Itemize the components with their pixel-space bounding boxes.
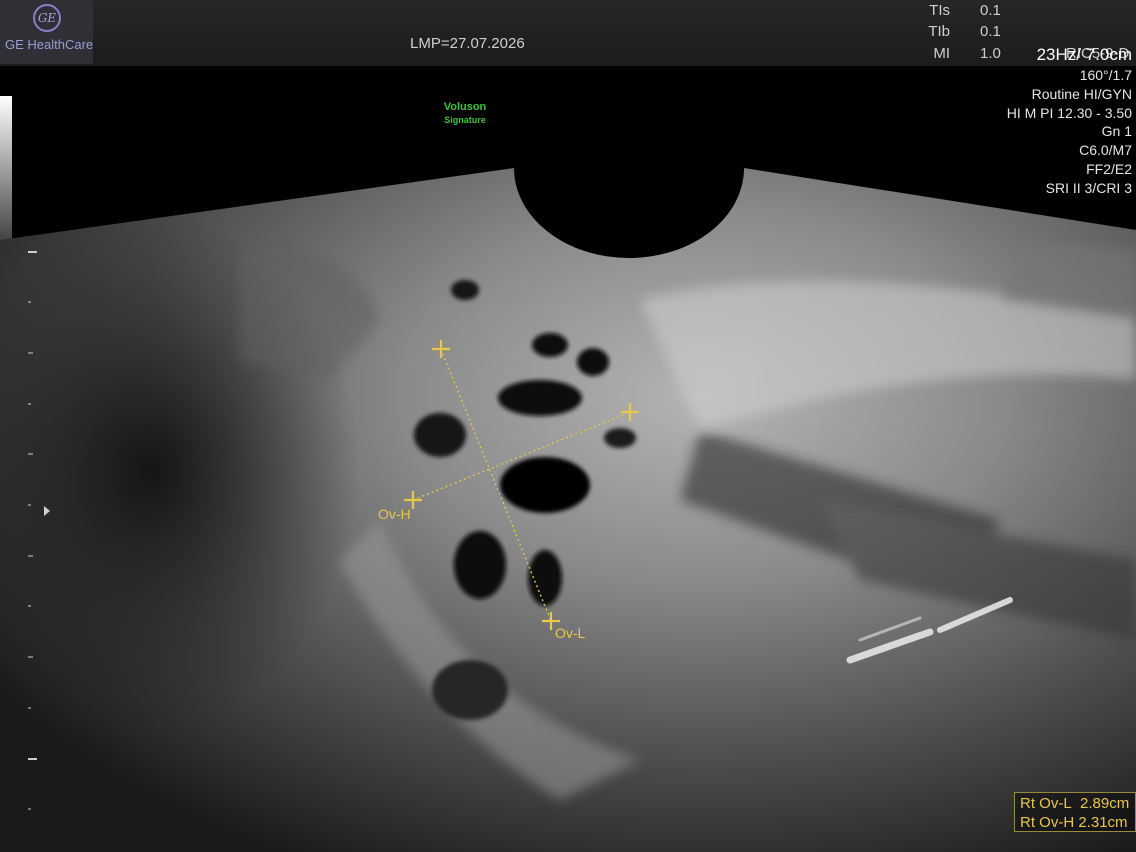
result-label: Rt Ov-H xyxy=(1020,814,1075,831)
watermark-line-1: Voluson xyxy=(443,101,487,113)
voluson-watermark: Voluson Signature xyxy=(430,101,500,127)
caliper-caption-length: Ov-L xyxy=(555,625,586,641)
watermark-line-2: Signature xyxy=(444,115,486,125)
ultrasound-image xyxy=(0,168,1136,852)
result-row-height: Rt Ov-H 2.31cm xyxy=(1020,813,1135,831)
result-value: 2.31cm xyxy=(1078,814,1128,831)
result-value: 2.89cm xyxy=(1080,795,1130,812)
result-label: Rt Ov-L xyxy=(1020,795,1072,812)
measurement-results: Rt Ov-L 2.89cm Rt Ov-H 2.31cm xyxy=(1014,792,1136,832)
scan-sector xyxy=(0,168,1136,852)
result-row-length: Rt Ov-L 2.89cm xyxy=(1020,794,1135,813)
caliper-caption-height: Ov-H xyxy=(378,506,411,522)
